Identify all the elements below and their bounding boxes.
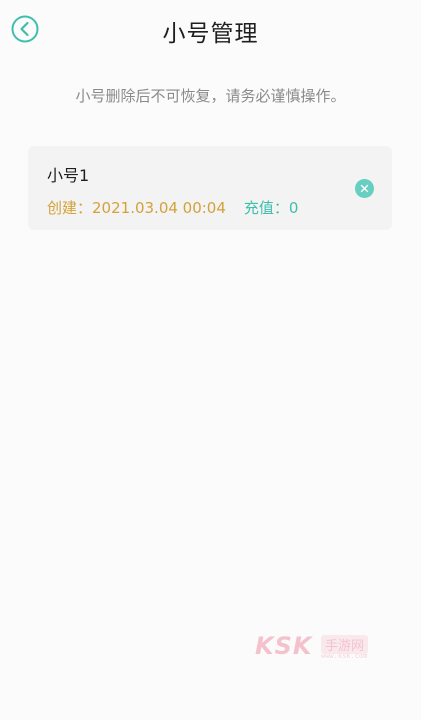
account-name: 小号1 — [47, 166, 90, 185]
page: 小号管理 小号删除后不可恢复，请务必谨慎操作。 小号1 创建：2021.03.0… — [0, 0, 421, 720]
watermark-brand: KSK — [255, 632, 313, 660]
recharge-label: 充值： — [243, 199, 289, 217]
created-label: 创建： — [47, 199, 93, 217]
account-card: 小号1 创建：2021.03.04 00:04 充值：0 — [28, 146, 392, 230]
page-title: 小号管理 — [162, 21, 259, 47]
delete-account-button[interactable] — [355, 179, 374, 198]
recharge-value: 0 — [288, 199, 299, 217]
header: 小号管理 — [0, 0, 421, 64]
warning-notice: 小号删除后不可恢复，请务必谨慎操作。 — [75, 87, 346, 105]
watermark-url: www.ksk.com — [321, 652, 368, 660]
watermark-logo: KSK 手游网 www.ksk.com — [255, 632, 371, 662]
created-value: 2021.03.04 00:04 — [92, 199, 226, 217]
account-meta: 创建：2021.03.04 00:04 充值：0 — [47, 197, 298, 218]
close-icon — [360, 184, 369, 193]
